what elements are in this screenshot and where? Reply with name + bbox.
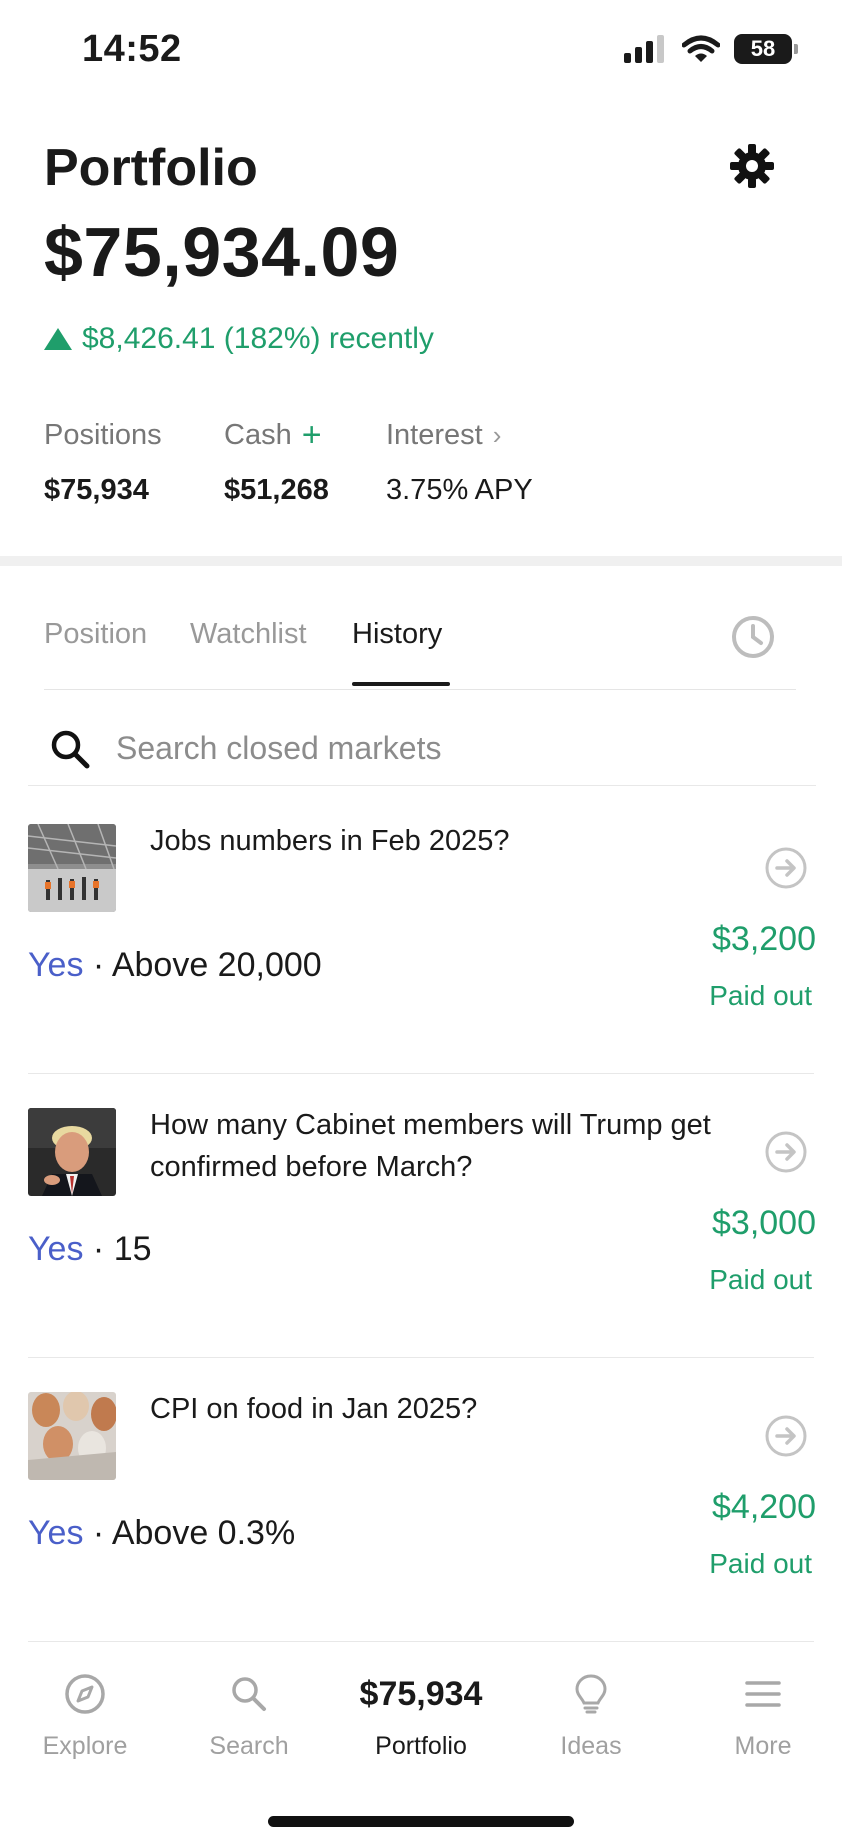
nav-portfolio-amount: $75,934 xyxy=(359,1674,483,1713)
clock-icon[interactable] xyxy=(730,614,776,660)
outcome-separator: · xyxy=(92,1230,114,1268)
gear-icon xyxy=(730,144,774,188)
payout-status: Paid out xyxy=(709,1264,812,1295)
status-time: 14:52 xyxy=(82,28,182,70)
search-icon xyxy=(51,730,90,768)
nav-more[interactable]: More xyxy=(678,1666,842,1761)
page-title: Portfolio xyxy=(44,139,258,197)
settings-button[interactable] xyxy=(726,140,778,192)
nav-explore[interactable]: Explore xyxy=(0,1666,170,1761)
home-indicator xyxy=(268,1816,574,1827)
portfolio-change: $8,426.41 (182%) recently xyxy=(44,322,434,356)
battery-icon: 58 xyxy=(734,34,798,64)
market-thumbnail-image xyxy=(28,824,116,912)
stat-interest-value: 3.75% APY xyxy=(386,474,533,506)
arrow-right-circle-icon[interactable] xyxy=(764,846,808,890)
outcome-separator: · xyxy=(92,1514,112,1552)
nav-search-label: Search xyxy=(209,1732,289,1760)
outcome-value: Above 20,000 xyxy=(111,946,322,984)
nav-ideas-label: Ideas xyxy=(560,1732,622,1760)
nav-search[interactable]: Search xyxy=(164,1666,334,1761)
outcome-value: 15 xyxy=(113,1230,152,1268)
add-cash-icon[interactable]: + xyxy=(302,418,322,452)
stat-cash-label: Cash xyxy=(224,418,292,451)
tabs-divider xyxy=(44,689,796,690)
wifi-icon xyxy=(682,35,720,62)
nav-ideas[interactable]: Ideas xyxy=(506,1666,676,1761)
stat-interest-label-row: Interest › xyxy=(386,418,533,452)
market-card[interactable]: CPI on food in Jan 2025? Yes · Above 0.3… xyxy=(28,1358,816,1642)
arrow-right-circle-icon[interactable] xyxy=(764,1414,808,1458)
market-outcome: Yes · Above 0.3% xyxy=(28,1514,295,1553)
tab-history[interactable]: History xyxy=(352,618,442,651)
market-title: How many Cabinet members will Trump get … xyxy=(150,1109,711,1183)
market-card[interactable]: Jobs numbers in Feb 2025? Yes · Above 20… xyxy=(28,790,816,1074)
change-text: $8,426.41 (182%) recently xyxy=(82,322,434,355)
stat-cash[interactable]: Cash + $51,268 xyxy=(224,418,329,507)
market-card[interactable]: How many Cabinet members will Trump get … xyxy=(28,1074,816,1358)
nav-portfolio-label: Portfolio xyxy=(375,1732,467,1760)
stat-interest[interactable]: Interest › 3.75% APY xyxy=(386,418,533,507)
search-input[interactable] xyxy=(116,730,756,767)
menu-icon xyxy=(678,1666,842,1722)
stat-interest-label: Interest xyxy=(386,418,483,451)
tab-position[interactable]: Position xyxy=(44,618,147,651)
payout-amount: $4,200 xyxy=(712,1488,816,1526)
stat-positions: Positions $75,934 xyxy=(44,418,162,507)
section-divider xyxy=(0,556,842,566)
stat-positions-label: Positions xyxy=(44,418,162,451)
payout-amount: $3,200 xyxy=(712,920,816,958)
market-outcome: Yes · 15 xyxy=(28,1230,152,1269)
stat-cash-label-row: Cash + xyxy=(224,418,329,452)
market-thumbnail-image xyxy=(28,1392,116,1480)
search-bar[interactable] xyxy=(28,712,816,786)
arrow-right-circle-icon[interactable] xyxy=(764,1130,808,1174)
outcome-side: Yes xyxy=(28,946,84,984)
market-title: CPI on food in Jan 2025? xyxy=(150,1393,478,1425)
up-triangle-icon xyxy=(44,328,72,350)
portfolio-balance: $75,934.09 xyxy=(44,213,400,291)
payout-status: Paid out xyxy=(709,980,812,1011)
lightbulb-icon xyxy=(506,1666,676,1722)
status-bar: 14:52 58 xyxy=(0,0,842,100)
outcome-side: Yes xyxy=(28,1230,84,1268)
market-outcome: Yes · Above 20,000 xyxy=(28,946,322,985)
tab-watchlist[interactable]: Watchlist xyxy=(190,618,307,651)
market-thumbnail-image xyxy=(28,1108,116,1196)
stat-positions-value: $75,934 xyxy=(44,474,149,506)
outcome-separator: · xyxy=(92,946,112,984)
payout-status: Paid out xyxy=(709,1548,812,1579)
compass-icon xyxy=(0,1666,170,1722)
tab-active-indicator xyxy=(352,682,450,686)
chevron-right-icon: › xyxy=(492,419,502,450)
outcome-value: Above 0.3% xyxy=(111,1514,296,1552)
payout-amount: $3,000 xyxy=(712,1204,816,1242)
status-icons: 58 xyxy=(624,34,798,64)
search-icon xyxy=(164,1666,334,1722)
nav-explore-label: Explore xyxy=(42,1732,128,1760)
nav-portfolio[interactable]: $75,934 Portfolio xyxy=(336,1666,506,1761)
nav-more-label: More xyxy=(734,1732,792,1760)
market-title: Jobs numbers in Feb 2025? xyxy=(150,825,510,857)
signal-icon xyxy=(624,35,664,63)
bottom-nav: Explore Search $75,934 Portfolio Ideas M… xyxy=(0,1646,842,1840)
outcome-side: Yes xyxy=(28,1514,84,1552)
stat-cash-value: $51,268 xyxy=(224,474,329,506)
